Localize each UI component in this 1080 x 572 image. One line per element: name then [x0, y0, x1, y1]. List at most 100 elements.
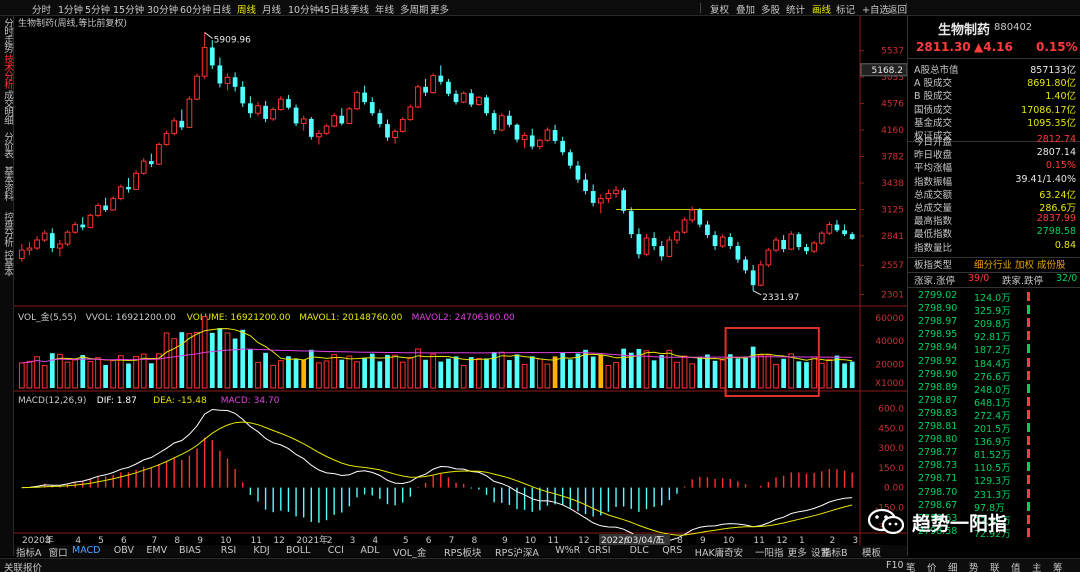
toolbar-action-1[interactable]: 叠加	[736, 2, 755, 16]
toolbar-period-13[interactable]: 多周期	[400, 2, 429, 16]
volume-bar	[712, 360, 718, 388]
chart-canvas[interactable]: 生物制药(周线,等比前复权)55375033457641603782343831…	[14, 16, 908, 546]
indicator-tab-1[interactable]: 窗口	[49, 545, 68, 559]
candle-body	[171, 120, 178, 134]
indicator-tab-10[interactable]: ADL	[360, 545, 379, 556]
volume-bar	[263, 352, 268, 388]
candle-body	[697, 209, 703, 225]
toolbar-period-7[interactable]: 周线	[237, 2, 256, 16]
toolbar-period-3[interactable]: 15分钟	[113, 2, 144, 16]
toolbar-period-5[interactable]: 60分钟	[180, 2, 211, 16]
leftnav-item-1[interactable]: 技术分析	[1, 54, 13, 88]
stat-row: 基金成交 1095.35亿	[914, 115, 1076, 129]
down-count-label: 跌家.跌停	[1002, 276, 1044, 287]
indicator-tab-9[interactable]: CCI	[328, 545, 344, 556]
toolbar-action-4[interactable]: 画线	[812, 2, 831, 16]
candle-body	[316, 132, 322, 138]
status-tab-6[interactable]: 主	[1032, 560, 1042, 572]
toolbar-action-6[interactable]: +自选	[862, 2, 889, 16]
candle-body	[773, 239, 779, 251]
status-related-quote[interactable]: 关联报价	[4, 560, 42, 572]
leftnav-item-2[interactable]: 成交明细	[1, 90, 13, 124]
toolbar-period-4[interactable]: 30分钟	[147, 2, 178, 16]
toolbar-period-8[interactable]: 月线	[262, 2, 281, 16]
toolbar-period-10[interactable]: 45日线	[318, 2, 349, 16]
volume-bar	[453, 356, 459, 388]
toolbar-period-9[interactable]: 10分钟	[288, 2, 319, 16]
leftnav-item-4[interactable]: 基本资料	[1, 166, 13, 200]
toolbar-period-6[interactable]: 日线	[212, 2, 231, 16]
toolbar-action-3[interactable]: 统计	[786, 2, 805, 16]
vol-tick-label: 60000	[875, 314, 904, 324]
volume-bar	[293, 358, 299, 388]
candle-body	[788, 233, 795, 250]
indicator-tab-15[interactable]: GRSI	[588, 545, 611, 556]
indicator-tab-8[interactable]: BOLL	[286, 545, 310, 556]
stat-value: 17086.17亿	[1021, 104, 1076, 116]
indicator-tab-20[interactable]: 更多	[788, 545, 807, 559]
volume-bar	[163, 332, 170, 389]
toolbar-action-2[interactable]: 多股	[761, 2, 780, 16]
indicator-tab-11[interactable]: VOL_金	[393, 545, 426, 559]
stat-value: 2798.58	[1036, 226, 1076, 238]
volume-bar	[339, 359, 345, 388]
toolbar-action-7[interactable]: 返回	[888, 2, 907, 16]
candle-body	[209, 47, 215, 66]
leftnav-item-6[interactable]: 控基本	[1, 250, 13, 276]
dea-line	[21, 421, 853, 536]
macd-tick-label: 150.0	[878, 464, 904, 474]
status-tab-7[interactable]: 筹	[1053, 560, 1063, 572]
indicator-tab-3[interactable]: OBV	[114, 545, 134, 556]
indicator-tab-2[interactable]: MACD	[72, 545, 100, 556]
status-tab-3[interactable]: 势	[969, 560, 979, 572]
volume-bar	[323, 360, 330, 389]
volume-bar	[217, 328, 223, 388]
stat-value: 0.84	[1054, 239, 1076, 251]
indicator-tab-5[interactable]: BIAS	[179, 545, 201, 556]
toolbar-action-5[interactable]: 标记	[836, 2, 855, 16]
board-type-value: 细分行业 加权 成份股	[974, 260, 1066, 271]
indicator-right-0[interactable]: 指标B	[822, 545, 848, 559]
indicator-right-1[interactable]: 模板	[862, 545, 881, 559]
status-tab-4[interactable]: 联	[990, 560, 1000, 572]
toolbar-period-1[interactable]: 1分钟	[58, 2, 83, 16]
indicator-tab-0[interactable]: 指标A	[16, 545, 42, 559]
indicator-tab-14[interactable]: W%R	[555, 545, 580, 556]
tick-direction-bar	[1027, 331, 1030, 341]
chart-pane[interactable]: 生物制药(周线,等比前复权) 5537 5033 4576 4160 3782 3438 31…	[14, 16, 908, 556]
volume-bar	[757, 354, 764, 389]
status-tab-5[interactable]: 值	[1011, 560, 1021, 572]
toolbar-period-2[interactable]: 5分钟	[85, 2, 110, 16]
leftnav-item-0[interactable]: 分时走势	[1, 18, 13, 52]
indicator-tab-17[interactable]: QRS	[662, 545, 682, 556]
stat-label: 总成交额	[914, 189, 953, 201]
indicator-tab-16[interactable]: DLC	[630, 545, 649, 556]
status-f10[interactable]: F10	[886, 560, 904, 571]
leftnav-item-5[interactable]: 控盘分析	[1, 212, 13, 246]
candle-body	[18, 249, 25, 259]
candle-body	[750, 270, 756, 286]
indicator-tab-6[interactable]: RSI	[221, 545, 236, 556]
toolbar-period-12[interactable]: 年线	[375, 2, 394, 16]
indicator-tab-4[interactable]: EMV	[146, 545, 167, 556]
indicator-tab-7[interactable]: KDJ	[253, 545, 269, 556]
indicator-tab-18[interactable]: HAK庸奇安	[695, 545, 743, 559]
candle-body	[240, 86, 246, 104]
status-tab-0[interactable]: 笔	[906, 560, 916, 572]
toolbar-action-0[interactable]: 复权	[710, 2, 729, 16]
tick-direction-bar	[1027, 475, 1030, 485]
candle-body	[331, 115, 338, 127]
indicator-tab-12[interactable]: RPS板块	[444, 545, 481, 559]
toolbar-period-14[interactable]: 更多	[430, 2, 449, 16]
indicator-tab-13[interactable]: RPS沪深A	[495, 545, 539, 559]
volume-bar	[331, 354, 338, 389]
indicator-tab-19[interactable]: 一阳指	[755, 545, 784, 559]
tick-price: 2798.77	[918, 447, 958, 459]
status-tab-2[interactable]: 细	[948, 560, 958, 572]
status-tab-1[interactable]: 价	[927, 560, 937, 572]
leftnav-item-3[interactable]: 分价表	[1, 132, 13, 158]
candle-body	[834, 224, 840, 231]
stat-label: 今日开盘	[914, 137, 953, 148]
toolbar-period-11[interactable]: 季线	[350, 2, 369, 16]
toolbar-period-0[interactable]: 分时	[32, 2, 51, 16]
